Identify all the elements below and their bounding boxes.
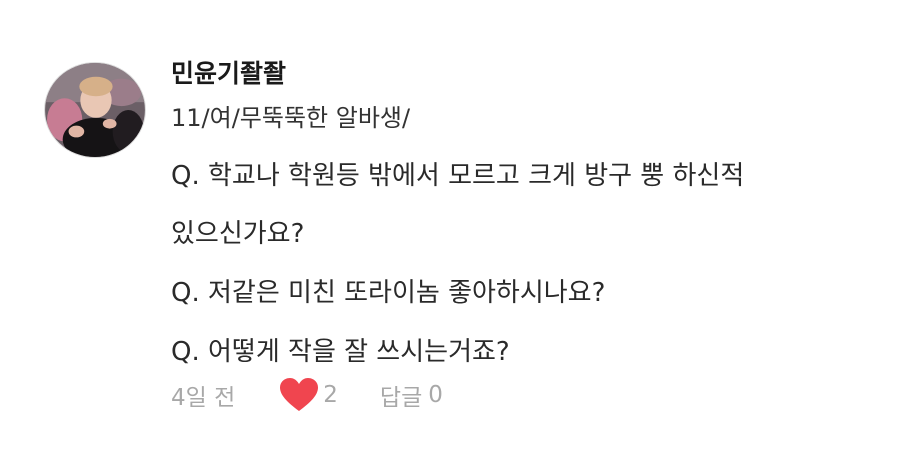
comment-text-line: 있으신가요? xyxy=(171,219,305,249)
comment-meta: 4일 전 2 답글 0 xyxy=(171,375,443,415)
heart-icon xyxy=(280,378,319,411)
avatar[interactable] xyxy=(44,62,146,158)
avatar-image xyxy=(45,63,145,157)
username[interactable]: 민윤기좔좔 xyxy=(171,55,886,93)
reply-label: 답글 xyxy=(379,385,423,411)
user-bio: 11/여/무뚝뚝한 알바생/ xyxy=(171,104,411,132)
comment-time: 4일 전 xyxy=(171,385,236,411)
comment-text-line: Q. 어떻게 작을 잘 쓰시는거죠? xyxy=(171,337,510,367)
like-button[interactable]: 2 xyxy=(279,377,338,413)
like-count: 2 xyxy=(323,382,338,408)
reply-button[interactable]: 답글 0 xyxy=(380,378,443,412)
comment-body: 민윤기좔좔 11/여/무뚝뚝한 알바생/ Q. 학교나 학원등 밖에서 모르고 … xyxy=(171,55,886,371)
reply-count: 0 xyxy=(428,382,443,408)
comment-text-line: Q. 저같은 미친 또라이놈 좋아하시나요? xyxy=(171,278,606,308)
comment-text-line: Q. 학교나 학원등 밖에서 모르고 크게 방구 뿡 하신적 xyxy=(171,161,745,191)
